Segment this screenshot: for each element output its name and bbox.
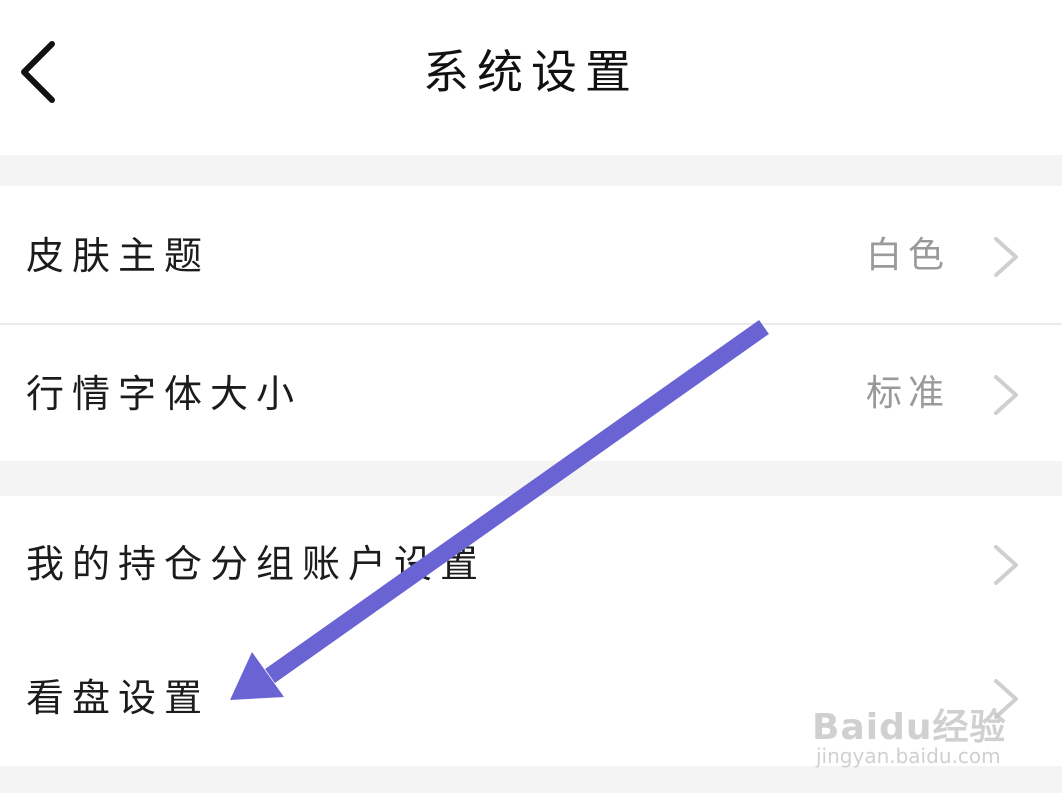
settings-row-holding-group-account[interactable]: 我的持仓分组账户设置 <box>0 496 1062 632</box>
settings-group-display: 皮肤主题 白色 行情字体大小 标准 <box>0 186 1062 461</box>
divider <box>0 323 1062 325</box>
page-title: 系统设置 <box>423 45 639 99</box>
row-label: 看盘设置 <box>26 676 211 720</box>
row-label: 我的持仓分组账户设置 <box>26 542 487 586</box>
nav-header: 系统设置 <box>0 0 1062 155</box>
watermark: Baidu经验 jingyan.baidu.com <box>812 676 1012 776</box>
row-value: 标准 <box>865 373 950 414</box>
settings-row-quote-font-size[interactable]: 行情字体大小 标准 <box>0 326 1062 462</box>
watermark-url: jingyan.baidu.com <box>816 744 1001 768</box>
watermark-logo: Baidu经验 <box>812 707 1007 748</box>
chevron-right-icon <box>994 375 1018 415</box>
row-label: 皮肤主题 <box>26 234 211 278</box>
chevron-right-icon <box>994 545 1018 585</box>
row-label: 行情字体大小 <box>26 372 303 416</box>
row-value: 白色 <box>865 235 950 276</box>
chevron-right-icon <box>994 237 1018 277</box>
settings-row-skin-theme[interactable]: 皮肤主题 白色 <box>0 188 1062 324</box>
